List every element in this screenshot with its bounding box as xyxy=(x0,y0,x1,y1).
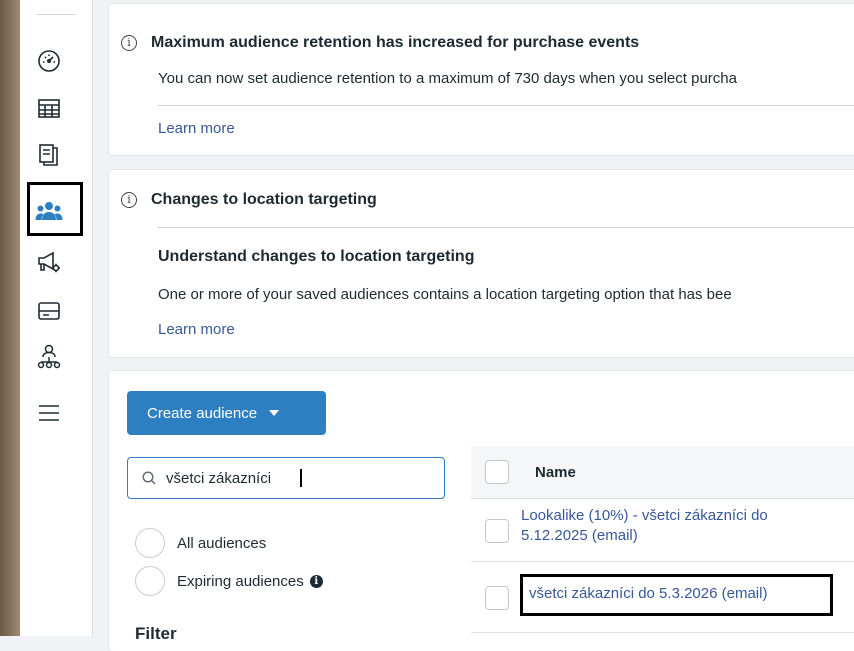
caret-down-icon xyxy=(269,410,280,416)
audience-name-line: Lookalike (10%) - všetci zákazníci do xyxy=(521,507,768,524)
filter-expiring-audiences[interactable]: Expiring audiences i xyxy=(135,566,323,596)
audience-name-link[interactable]: Lookalike (10%) - všetci zákazníci do 5.… xyxy=(521,506,768,546)
info-icon: i xyxy=(121,192,137,208)
radio-label: Expiring audiences xyxy=(177,572,304,590)
background-edge xyxy=(0,0,20,636)
search-icon xyxy=(142,471,156,485)
audiences-icon[interactable] xyxy=(34,196,64,226)
sidebar xyxy=(20,0,93,636)
info-icon: i xyxy=(121,35,137,51)
audience-name-line: 5.12.2025 (email) xyxy=(521,527,638,544)
create-audience-button[interactable]: Create audience xyxy=(127,391,326,435)
notice-subtitle: Understand changes to location targeting xyxy=(158,248,475,265)
notice-divider xyxy=(158,227,854,228)
learn-more-link[interactable]: Learn more xyxy=(158,120,235,137)
notice-header: i Maximum audience retention has increas… xyxy=(121,34,639,52)
table-grid-icon[interactable] xyxy=(34,94,64,124)
radio-label: All audiences xyxy=(177,534,267,552)
row-highlight-annotation xyxy=(520,574,833,616)
info-icon[interactable]: i xyxy=(309,574,323,588)
documents-icon[interactable] xyxy=(34,140,64,170)
search-value: všetci zákazníci xyxy=(166,469,272,487)
filter-all-audiences[interactable]: All audiences xyxy=(135,528,266,558)
billing-card-icon[interactable] xyxy=(34,296,64,326)
notice-retention: i Maximum audience retention has increas… xyxy=(109,4,854,155)
create-audience-label: Create audience xyxy=(147,404,258,422)
table-header: Name xyxy=(471,446,854,499)
search-input[interactable]: všetci zákazníci xyxy=(127,457,445,499)
radio-expiring-audiences[interactable] xyxy=(135,566,165,596)
select-all-checkbox[interactable] xyxy=(485,460,509,484)
filter-heading: Filter xyxy=(135,624,177,643)
notice-title: Changes to location targeting xyxy=(151,191,377,208)
notice-location-targeting: i Changes to location targeting Understa… xyxy=(109,170,854,357)
row-checkbox[interactable] xyxy=(485,586,509,610)
row-checkbox[interactable] xyxy=(485,519,509,543)
notice-divider xyxy=(158,105,854,106)
column-header-name[interactable]: Name xyxy=(535,464,576,481)
hierarchy-icon[interactable] xyxy=(34,342,64,372)
main-content: i Maximum audience retention has increas… xyxy=(93,0,854,651)
performance-gauge-icon[interactable] xyxy=(34,46,64,76)
notice-body: You can now set audience retention to a … xyxy=(158,70,737,87)
ad-settings-megaphone-icon[interactable] xyxy=(34,247,64,277)
text-cursor xyxy=(300,469,302,487)
radio-all-audiences[interactable] xyxy=(135,528,165,558)
notice-header: i Changes to location targeting xyxy=(121,191,377,209)
sidebar-top-divider xyxy=(36,14,76,15)
menu-icon[interactable] xyxy=(34,398,64,428)
learn-more-link[interactable]: Learn more xyxy=(158,321,235,338)
notice-title: Maximum audience retention has increased… xyxy=(151,34,640,51)
table-row[interactable]: Lookalike (10%) - všetci zákazníci do 5.… xyxy=(471,499,854,562)
notice-body: One or more of your saved audiences cont… xyxy=(158,286,732,303)
